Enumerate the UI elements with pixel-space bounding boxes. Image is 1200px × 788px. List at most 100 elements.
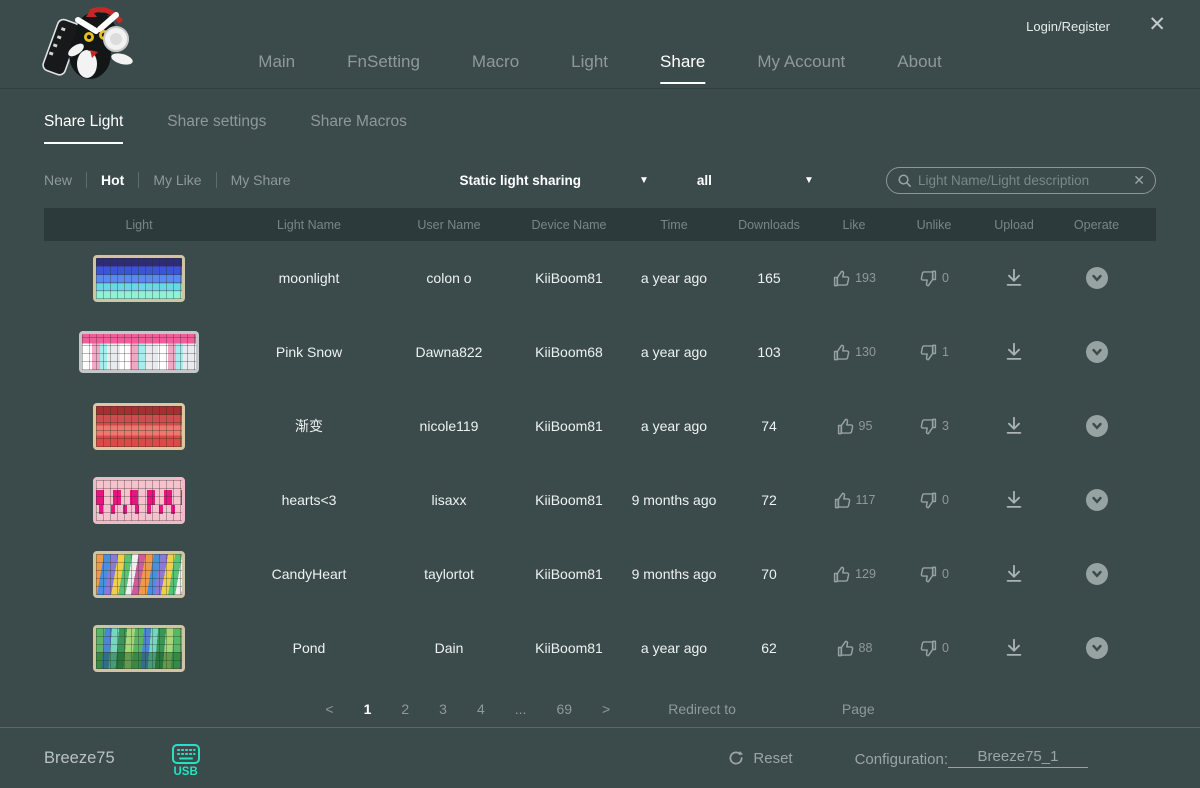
like-count: 117 [855,493,876,507]
page-number-69[interactable]: 69 [556,701,572,717]
nav-item-light[interactable]: Light [571,52,608,84]
time: a year ago [640,640,708,656]
download-button[interactable] [974,489,1054,511]
download-icon [1006,564,1022,582]
thumbs-up-icon [837,418,853,434]
downloads-count: 70 [761,566,777,582]
thumbs-down-icon [920,492,937,508]
like-count: 95 [858,419,873,433]
expand-row-button[interactable] [1085,341,1108,363]
login-register-link[interactable]: Login/Register [1026,19,1110,34]
unlike-button[interactable]: 0 [894,639,974,658]
sort-tab-new[interactable]: New [44,172,86,188]
like-button[interactable]: 88 [814,639,894,658]
sort-tab-my-like[interactable]: My Like [139,172,215,188]
downloads-count: 72 [761,492,777,508]
user-name: lisaxx [431,492,467,508]
device-select-value: all [696,172,712,188]
col-like: Like [842,217,866,232]
expand-row-button[interactable] [1085,489,1108,511]
device-name: KiiBoom68 [535,344,603,360]
table-row: Pink Snow Dawna822 KiiBoom68 a year ago … [44,315,1156,389]
configuration-label: Configuration: [854,751,948,768]
close-icon[interactable]: ✕ [1148,14,1166,35]
expand-row-button[interactable] [1085,563,1108,585]
thumbs-down-icon [920,344,937,360]
next-page-button[interactable]: > [602,701,610,717]
time: a year ago [640,270,708,286]
expand-row-button[interactable] [1085,637,1108,659]
light-name: Pink Snow [275,344,343,360]
nav-item-share[interactable]: Share [660,52,706,84]
nav-item-my-account[interactable]: My Account [757,52,845,84]
clear-search-icon[interactable]: ✕ [1133,172,1145,189]
redirect-page-input[interactable] [765,701,812,717]
time: a year ago [640,344,708,360]
download-button[interactable] [974,563,1054,585]
thumbs-down-icon [920,640,937,656]
page-number-3[interactable]: 3 [439,701,447,717]
light-type-select[interactable]: Static light sharing ▼ [460,173,649,188]
light-type-select-value: Static light sharing [459,172,582,188]
unlike-button[interactable]: 0 [894,491,974,510]
configuration-group: Configuration: [855,748,1088,768]
unlike-button[interactable]: 3 [894,417,974,436]
tab-share-light[interactable]: Share Light [44,113,124,144]
like-button[interactable]: 95 [814,417,894,436]
chevron-down-icon [1091,274,1102,282]
light-thumbnail [93,550,185,598]
like-button[interactable]: 193 [814,269,894,288]
download-button[interactable] [974,267,1054,289]
tab-share-settings[interactable]: Share settings [167,113,266,144]
download-button[interactable] [974,341,1054,363]
device-name: KiiBoom81 [535,418,603,434]
nav-item-fnsetting[interactable]: FnSetting [347,52,420,84]
expand-row-button[interactable] [1085,415,1108,437]
unlike-count: 0 [942,271,949,285]
page-number-1[interactable]: 1 [364,701,372,717]
light-name: Pond [292,640,326,656]
expand-row-button[interactable] [1085,267,1108,289]
thumbs-down-icon [920,270,937,286]
chevron-down-icon: ▼ [639,174,649,186]
search-box[interactable]: ✕ [886,166,1156,194]
usb-label: USB [173,765,198,778]
download-icon [1006,490,1022,508]
unlike-button[interactable]: 1 [894,343,974,362]
col-operate: Operate [1073,217,1120,232]
unlike-button[interactable]: 0 [894,565,974,584]
filter-selects: Static light sharing ▼ all ▼ [460,173,814,188]
nav-item-about[interactable]: About [897,52,941,84]
unlike-count: 0 [942,493,949,507]
page-number-2[interactable]: 2 [401,701,409,717]
search-input[interactable] [918,172,1128,188]
sort-tab-hot[interactable]: Hot [87,172,138,188]
light-name: CandyHeart [271,566,347,582]
reset-button[interactable]: Reset [727,749,793,767]
page-number-4[interactable]: 4 [477,701,485,717]
col-light-name: Light Name [277,217,341,232]
like-count: 88 [858,641,873,655]
like-button[interactable]: 117 [814,491,894,510]
configuration-name-input[interactable] [948,748,1088,768]
table-row: Pond Dain KiiBoom81 a year ago 62 88 0 [44,611,1156,685]
share-light-table: Light Light Name User Name Device Name T… [44,208,1156,685]
like-button[interactable]: 129 [814,565,894,584]
download-button[interactable] [974,637,1054,659]
nav-item-main[interactable]: Main [258,52,295,84]
unlike-button[interactable]: 0 [894,269,974,288]
sort-tab-my-share[interactable]: My Share [217,172,305,188]
device-name: KiiBoom81 [535,492,603,508]
nav-item-macro[interactable]: Macro [472,52,519,84]
tab-share-macros[interactable]: Share Macros [310,113,406,144]
like-count: 129 [855,567,876,581]
download-button[interactable] [974,415,1054,437]
col-device-name: Device Name [531,217,607,232]
user-name: taylortot [424,566,474,582]
prev-page-button[interactable]: < [325,701,333,717]
device-select[interactable]: all ▼ [697,173,814,188]
like-button[interactable]: 130 [814,343,894,362]
device-name: KiiBoom81 [535,270,603,286]
main-nav: Main FnSetting Macro Light Share My Acco… [258,52,942,84]
device-name: KiiBoom81 [535,640,603,656]
